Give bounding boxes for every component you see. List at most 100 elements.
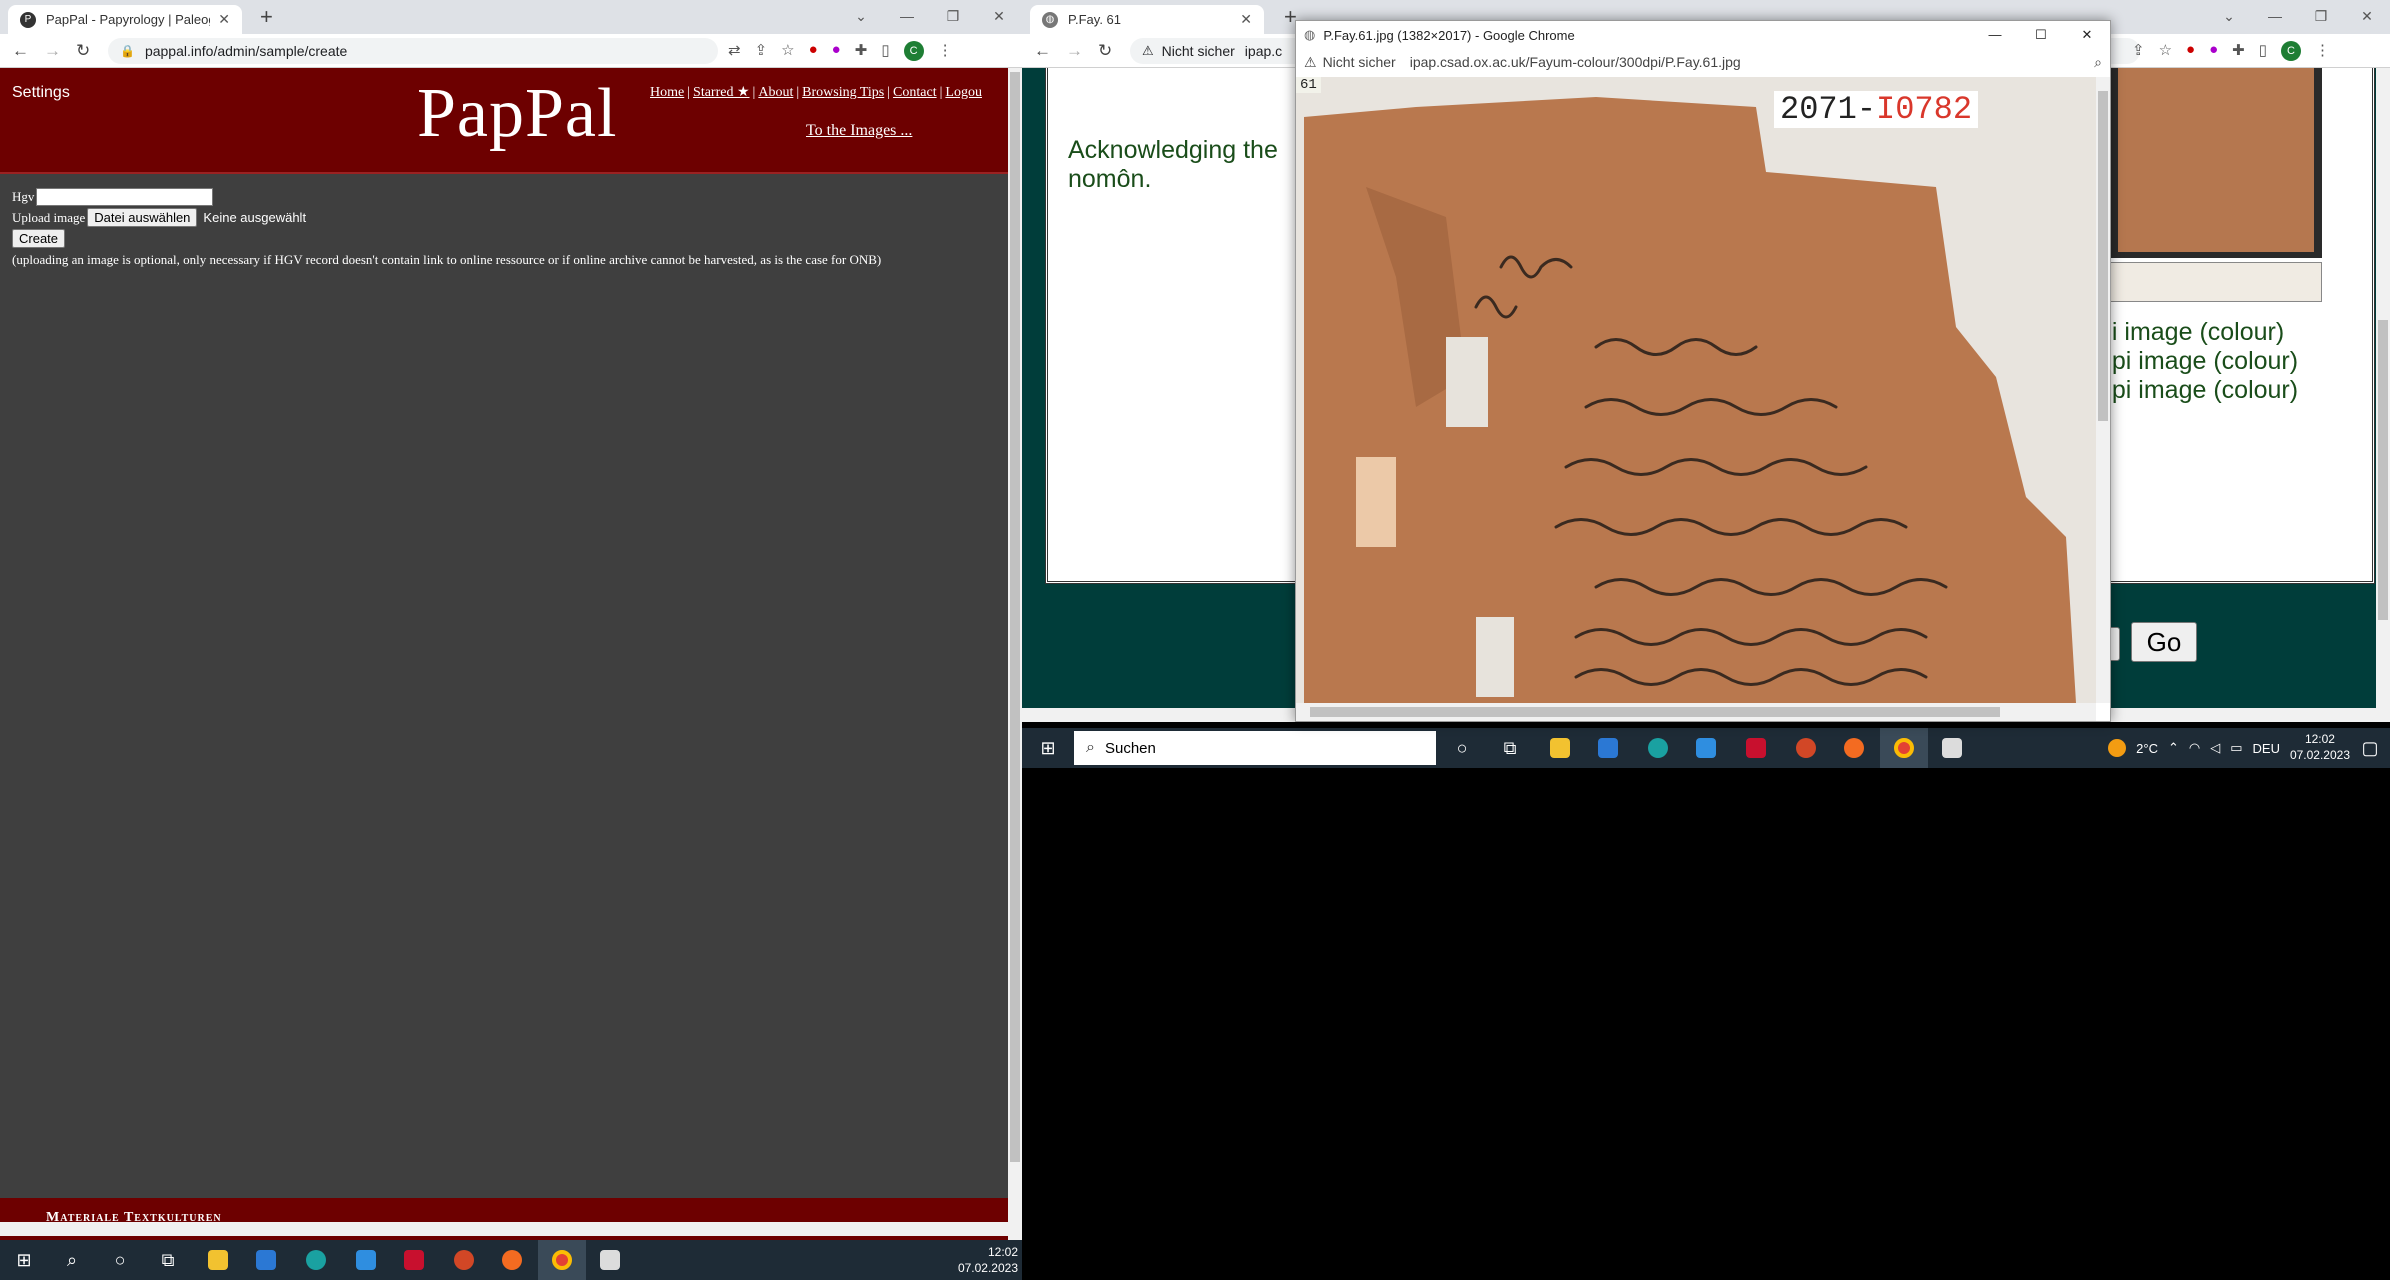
popup-horizontal-thumb[interactable]: [1310, 707, 2000, 717]
right-back-icon[interactable]: ←: [1034, 41, 1051, 61]
windows-start-icon[interactable]: ⊞: [0, 1240, 48, 1280]
right-windows-start-icon[interactable]: ⊞: [1024, 728, 1072, 768]
bookmark-star-icon[interactable]: ☆: [781, 41, 794, 61]
right-forward-icon[interactable]: →: [1066, 41, 1083, 61]
popup-maximize-icon[interactable]: ☐: [2018, 27, 2064, 43]
create-button[interactable]: Create: [12, 229, 66, 248]
nav-home[interactable]: Home: [650, 85, 684, 100]
restore-icon[interactable]: ❐: [930, 8, 976, 25]
temperature[interactable]: 2°C: [2136, 741, 2158, 756]
papyrus-image[interactable]: 61 2071-I0782: [1296, 77, 2096, 703]
app-window-icon[interactable]: [586, 1240, 634, 1280]
address-bar[interactable]: 🔒 pappal.info/admin/sample/create: [108, 38, 718, 64]
extension-b-icon[interactable]: ●: [832, 41, 841, 61]
network-icon[interactable]: ◠: [2189, 740, 2200, 756]
right-restore-icon[interactable]: ❐: [2298, 8, 2344, 25]
share-icon[interactable]: ⇪: [755, 41, 768, 61]
right-share-icon[interactable]: ⇪: [2132, 41, 2145, 61]
right-tab-search-icon[interactable]: ⌄: [2206, 8, 2252, 25]
cortana-icon[interactable]: ○: [96, 1240, 144, 1280]
tab-pappal[interactable]: P PapPal - Papyrology | Paleograph ✕: [8, 5, 242, 34]
nav-browsing-tips[interactable]: Browsing Tips: [802, 85, 884, 100]
extensions-puzzle-icon[interactable]: ✚: [855, 41, 868, 61]
extension-a-icon[interactable]: ●: [809, 41, 818, 61]
nav-contact[interactable]: Contact: [893, 85, 937, 100]
edge-icon[interactable]: [292, 1240, 340, 1280]
right-profile-avatar[interactable]: C: [2281, 41, 2301, 61]
right-close-window-icon[interactable]: ✕: [2344, 8, 2390, 25]
right-clock[interactable]: 12:02 07.02.2023: [2290, 731, 2350, 763]
weather-icon[interactable]: [2108, 739, 2127, 757]
right-bookmark-star-icon[interactable]: ☆: [2159, 41, 2172, 61]
powerpoint-icon[interactable]: [440, 1240, 488, 1280]
close-tab-icon[interactable]: ✕: [218, 11, 230, 28]
pappal-logo[interactable]: PapPal: [417, 74, 617, 154]
file-explorer-icon[interactable]: [194, 1240, 242, 1280]
right-sidepanel-icon[interactable]: ▯: [2259, 41, 2267, 61]
battery-icon[interactable]: ▭: [2230, 740, 2242, 756]
speaker-icon[interactable]: ◁: [2210, 740, 2220, 756]
nav-logout[interactable]: Logou: [945, 85, 982, 100]
profile-avatar[interactable]: C: [903, 41, 924, 61]
right-chrome-icon[interactable]: [1880, 728, 1928, 768]
right-store-icon[interactable]: [1584, 728, 1632, 768]
popup-minimize-icon[interactable]: —: [1972, 27, 2018, 43]
new-tab-icon[interactable]: +: [260, 4, 273, 30]
settings-link[interactable]: Settings: [12, 84, 70, 102]
tab-search-icon[interactable]: ⌄: [838, 8, 884, 25]
right-acrobat-icon[interactable]: [1732, 728, 1780, 768]
mail-icon[interactable]: [342, 1240, 390, 1280]
dpi-link-1[interactable]: pi image (colour): [2098, 318, 2298, 347]
right-edge-icon[interactable]: [1634, 728, 1682, 768]
popup-close-icon[interactable]: ✕: [2064, 27, 2110, 43]
right-reload-icon[interactable]: ↻: [1098, 41, 1112, 61]
firefox-icon[interactable]: [488, 1240, 536, 1280]
close-right-tab-icon[interactable]: ✕: [1240, 11, 1252, 28]
right-file-explorer-icon[interactable]: [1536, 728, 1584, 768]
right-task-view-icon[interactable]: ⧉: [1486, 728, 1534, 768]
notification-icon[interactable]: ▢: [2350, 728, 2390, 768]
right-extension-b-icon[interactable]: ●: [2209, 41, 2218, 61]
minimize-icon[interactable]: —: [884, 8, 930, 24]
popup-titlebar[interactable]: ◍ P.Fay.61.jpg (1382×2017) - Google Chro…: [1296, 21, 2110, 49]
language-indicator[interactable]: DEU: [2253, 741, 2280, 756]
right-powerpoint-icon[interactable]: [1782, 728, 1830, 768]
popup-scroll-thumb[interactable]: [2098, 91, 2108, 421]
right-minimize-icon[interactable]: —: [2252, 8, 2298, 24]
right-menu-icon[interactable]: ⋮: [2315, 41, 2330, 61]
popup-url-bar[interactable]: ⚠ Nicht sicher ipap.csad.ox.ac.uk/Fayum-…: [1296, 49, 2110, 75]
go-button[interactable]: Go: [2131, 622, 2197, 662]
close-window-icon[interactable]: ✕: [976, 8, 1022, 25]
hgv-input[interactable]: [36, 187, 214, 206]
back-icon[interactable]: ←: [12, 41, 29, 61]
right-firefox-icon[interactable]: [1830, 728, 1878, 768]
acrobat-icon[interactable]: [390, 1240, 438, 1280]
to-images-link[interactable]: To the Images ...: [806, 122, 912, 140]
task-view-icon[interactable]: ⧉: [144, 1240, 192, 1280]
right-mail-icon[interactable]: [1682, 728, 1730, 768]
nav-starred[interactable]: Starred ★: [693, 85, 749, 100]
left-clock[interactable]: 12:02 07.02.2023: [958, 1244, 1018, 1276]
nav-about[interactable]: About: [758, 85, 793, 100]
right-puzzle-icon[interactable]: ✚: [2232, 41, 2245, 61]
right-cortana-icon[interactable]: ○: [1438, 728, 1486, 768]
right-extension-a-icon[interactable]: ●: [2186, 41, 2195, 61]
chrome-icon[interactable]: [538, 1240, 586, 1280]
dpi-link-2[interactable]: dpi image (colour): [2098, 347, 2298, 376]
search-icon[interactable]: ⌕: [48, 1240, 96, 1280]
reload-icon[interactable]: ↻: [76, 41, 90, 61]
tab-pfay61[interactable]: ◍ P.Fay. 61 ✕: [1030, 5, 1264, 34]
menu-icon[interactable]: ⋮: [938, 41, 953, 61]
right-app-window-icon[interactable]: [1928, 728, 1976, 768]
left-horizontal-scrollbar[interactable]: [0, 1222, 1008, 1236]
left-scroll-thumb[interactable]: [1010, 72, 1020, 1162]
popup-zoom-icon[interactable]: ⌕: [2094, 54, 2102, 71]
right-scroll-thumb[interactable]: [2378, 320, 2388, 620]
forward-icon[interactable]: →: [44, 41, 61, 61]
translate-icon[interactable]: ⇄: [728, 41, 741, 61]
store-icon[interactable]: [242, 1240, 290, 1280]
taskbar-search-box[interactable]: ⌕ Suchen: [1074, 731, 1436, 765]
choose-file-button[interactable]: Datei auswählen: [87, 208, 198, 227]
tray-chevron-icon[interactable]: ⌃: [2168, 740, 2179, 756]
sidepanel-icon[interactable]: ▯: [881, 41, 889, 61]
